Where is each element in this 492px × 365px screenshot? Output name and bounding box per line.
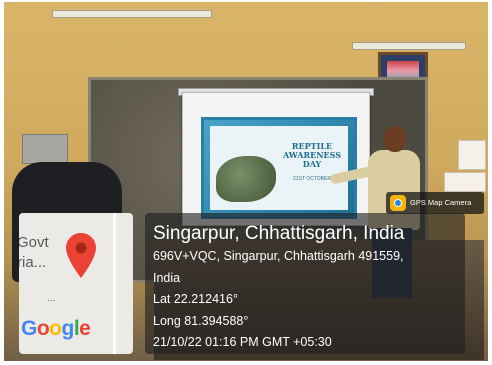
badge-label: GPS Map Camera <box>410 198 472 207</box>
camera-icon <box>390 195 406 211</box>
gps-camera-badge: GPS Map Camera <box>386 192 484 214</box>
slide-title: REPTILE AWARENESS DAY <box>282 141 342 169</box>
projector-screen: REPTILE AWARENESS DAY 21ST OCTOBER <box>182 92 370 226</box>
longitude: Long 81.394588° <box>153 314 249 328</box>
map-ellipsis: ... <box>47 293 56 304</box>
map-place-label-2: ria... <box>19 254 47 271</box>
address-line-1: 696V+VQC, Singarpur, Chhattisgarh 491559… <box>153 249 404 263</box>
wall-chart <box>444 172 486 192</box>
latitude: Lat 22.212416° <box>153 292 238 306</box>
location-info-panel: Singarpur, Chhattisgarh, India 696V+VQC,… <box>145 213 465 354</box>
timestamp: 21/10/22 01:16 PM GMT +05:30 <box>153 335 332 349</box>
ceiling-light-left <box>52 10 212 18</box>
presentation-slide: REPTILE AWARENESS DAY 21ST OCTOBER <box>201 117 357 219</box>
map-thumbnail: Govt ria... ... Google <box>19 213 133 354</box>
wall-cabinet <box>22 134 68 164</box>
location-pin-icon <box>66 233 96 278</box>
map-place-label-1: Govt <box>19 234 49 251</box>
wall-poster <box>458 140 486 170</box>
ceiling-light-right <box>352 42 466 50</box>
map-road <box>113 213 116 354</box>
address-line-2: India <box>153 271 181 285</box>
reptile-image <box>216 156 276 202</box>
place-name: Singarpur, Chhattisgarh, India <box>153 223 405 244</box>
google-logo: Google <box>21 317 91 340</box>
